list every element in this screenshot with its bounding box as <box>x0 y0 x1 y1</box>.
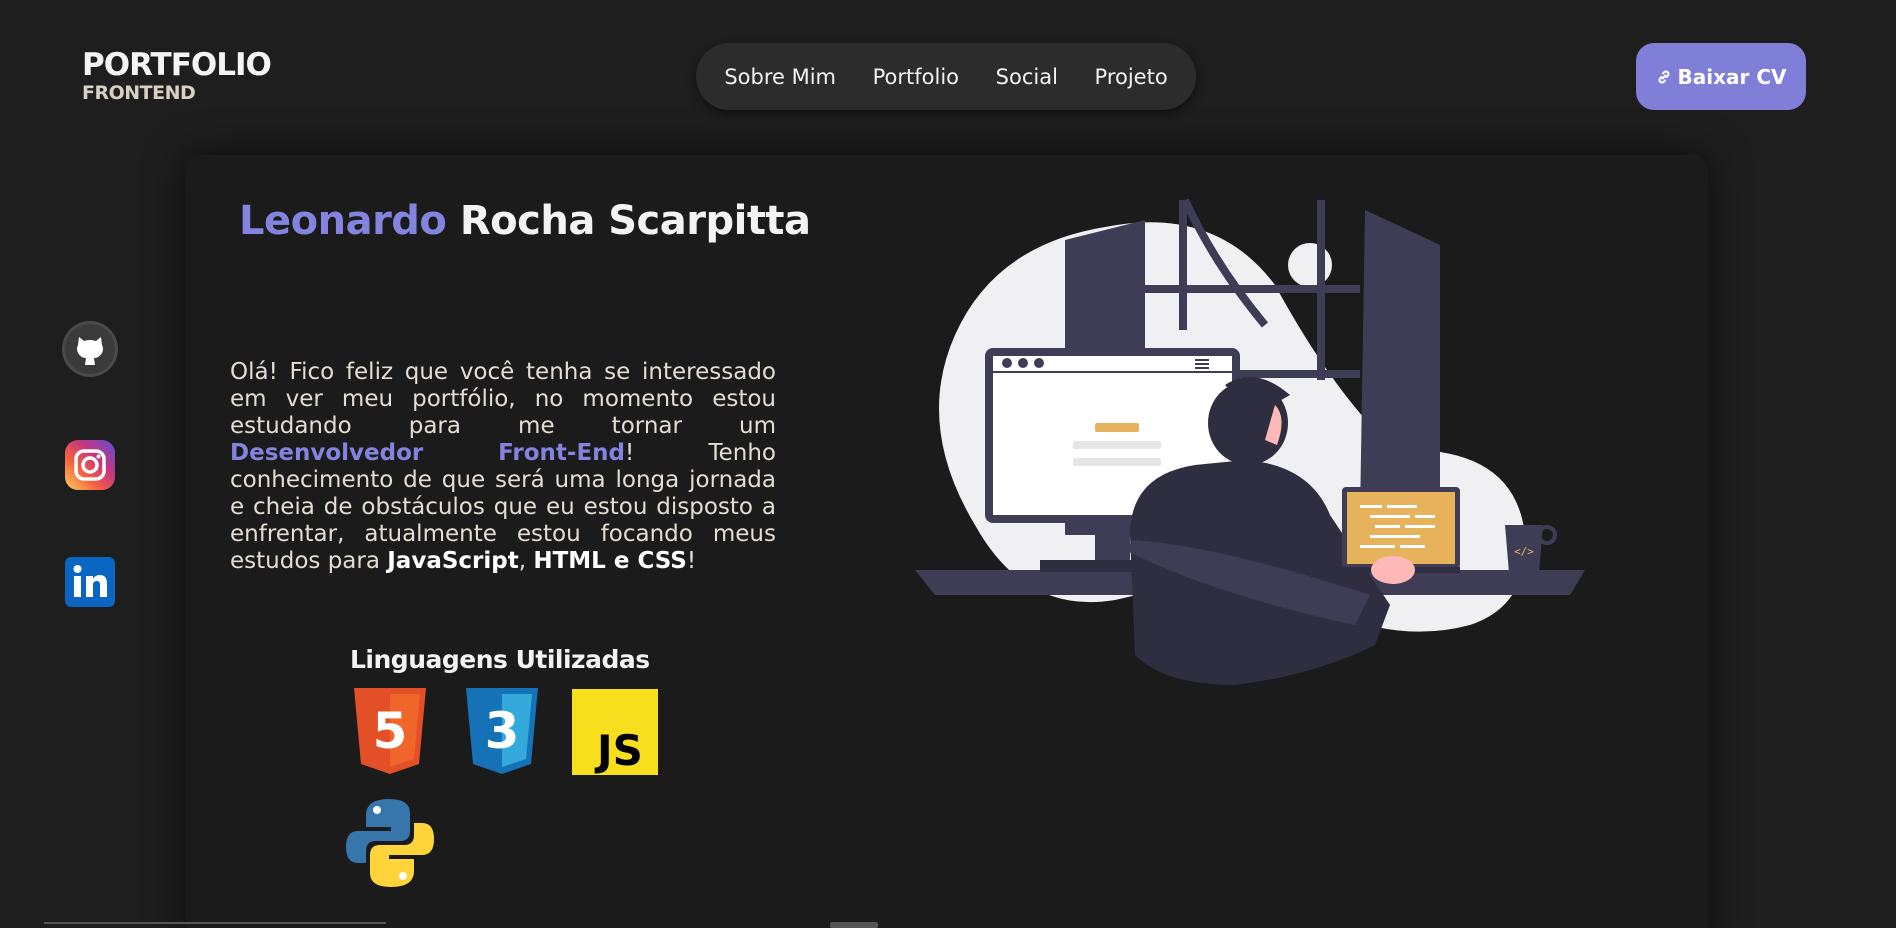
nav-social[interactable]: Social <box>996 65 1058 89</box>
logo-title: PORTFOLIO <box>82 47 272 83</box>
intro-end: ! <box>686 548 697 574</box>
logo-subtitle: FRONTEND <box>82 82 196 104</box>
intro-js: JavaScript <box>387 548 519 574</box>
hero-name: Leonardo Rocha Scarpitta <box>239 198 811 244</box>
intro-part1: Olá! Fico feliz que você tenha se intere… <box>230 359 776 439</box>
horizontal-scrollbar[interactable] <box>44 922 386 924</box>
instagram-link[interactable] <box>62 437 118 493</box>
download-cv-button[interactable]: Baixar CV <box>1636 43 1806 110</box>
linkedin-link[interactable] <box>62 554 118 610</box>
languages-title: Linguagens Utilizadas <box>350 645 650 674</box>
intro-text: Olá! Fico feliz que você tenha se intere… <box>230 359 776 575</box>
main-nav: Sobre Mim Portfolio Social Projeto <box>696 43 1196 110</box>
intro-highlight: Desenvolvedor Front-End <box>230 440 626 466</box>
html5-icon: 5 <box>354 688 426 774</box>
css3-icon: 3 <box>466 688 538 774</box>
link-icon <box>1658 70 1669 83</box>
developer-illustration: </> <box>915 198 1585 685</box>
nav-projeto[interactable]: Projeto <box>1095 65 1168 89</box>
scroll-indicator[interactable] <box>830 922 878 928</box>
github-link[interactable] <box>62 321 118 377</box>
github-icon <box>62 321 118 377</box>
intro-comma: , <box>518 548 534 574</box>
intro-html-css: HTML e CSS <box>533 548 687 574</box>
css3-badge: 3 <box>485 702 520 760</box>
download-cv-label: Baixar CV <box>1677 64 1787 89</box>
python-icon <box>346 799 434 887</box>
instagram-icon <box>65 440 115 490</box>
javascript-icon: JS <box>572 689 658 775</box>
linkedin-icon <box>65 557 115 607</box>
last-name: Rocha Scarpitta <box>459 198 811 244</box>
nav-sobre-mim[interactable]: Sobre Mim <box>724 65 836 89</box>
js-badge: JS <box>594 726 643 775</box>
logo[interactable]: PORTFOLIO FRONTEND <box>82 47 272 104</box>
html5-badge: 5 <box>373 702 408 760</box>
svg-text:</>: </> <box>1514 545 1534 558</box>
first-name: Leonardo <box>239 198 447 244</box>
nav-portfolio[interactable]: Portfolio <box>873 65 959 89</box>
